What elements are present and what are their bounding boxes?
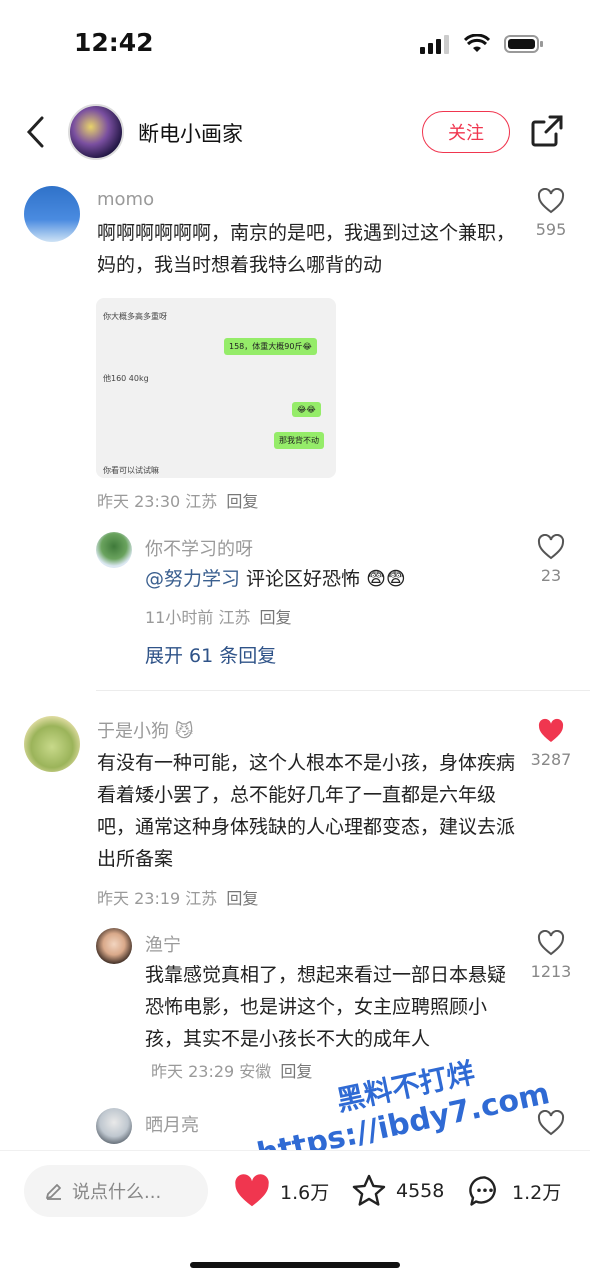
chevron-left-icon xyxy=(26,116,44,148)
share-button[interactable] xyxy=(530,114,564,148)
avatar[interactable] xyxy=(96,928,132,964)
like-count: 1213 xyxy=(530,962,572,981)
heart-outline-icon xyxy=(537,929,565,956)
like-post-button[interactable]: 1.6万 xyxy=(232,1173,329,1209)
divider xyxy=(96,690,590,691)
status-bar: 12:42 xyxy=(0,0,590,90)
like-count: 595 xyxy=(535,220,567,239)
author-name[interactable]: 断电小画家 xyxy=(138,118,243,148)
comment-time-location: 昨天 23:29 安徽 xyxy=(151,1062,272,1081)
favorite-count: 4558 xyxy=(396,1180,445,1202)
avatar[interactable] xyxy=(96,532,132,568)
reply-button[interactable]: 回复 xyxy=(226,492,258,511)
chat-message: 158，体重大概90斤😂 xyxy=(224,338,317,355)
comment-text: 啊啊啊啊啊啊，南京的是吧，我遇到过这个兼职，妈的，我当时想着我特么哪背的动 xyxy=(97,222,516,276)
avatar[interactable] xyxy=(24,186,80,242)
like-button[interactable]: 595 xyxy=(521,187,581,239)
comment-meta: 昨天 23:19 江苏 回复 xyxy=(97,885,258,909)
reply-button[interactable]: 回复 xyxy=(280,1062,312,1081)
signal-icon xyxy=(420,35,449,54)
like-button[interactable]: 3287 xyxy=(521,718,581,769)
chat-message: 你看可以试试嘛 xyxy=(103,466,159,475)
author-avatar[interactable] xyxy=(68,104,124,160)
share-icon xyxy=(531,115,563,147)
like-count: 23 xyxy=(540,566,562,585)
comment-username[interactable]: 晒月亮 xyxy=(145,1111,199,1137)
chat-message: 你大概多高多重呀 xyxy=(103,312,167,321)
chat-bubble-icon xyxy=(469,1176,496,1206)
like-button[interactable]: 23 xyxy=(521,533,581,585)
comment-meta: 昨天 23:29 安徽 回复 xyxy=(151,1062,312,1081)
bottom-action-bar: 说点什么... 1.6万 4558 1.2万 xyxy=(0,1150,590,1240)
comment-text-body: 我靠感觉真相了，想起来看过一部日本悬疑恐怖电影，也是讲这个，女主应聘照顾小孩，其… xyxy=(145,964,507,1050)
home-indicator[interactable] xyxy=(190,1262,400,1268)
mention-link[interactable]: @努力学习 xyxy=(145,568,240,590)
comment-meta: 昨天 23:30 江苏 回复 xyxy=(97,488,258,512)
reply-button[interactable]: 回复 xyxy=(226,889,258,908)
comment-input[interactable]: 说点什么... xyxy=(24,1165,208,1217)
heart-filled-icon xyxy=(235,1174,269,1207)
comment-text: 有没有一种可能，这个人根本不是小孩，身体疾病看着矮小罢了，总不能好几年了一直都是… xyxy=(97,752,516,870)
reply-button[interactable]: 回复 xyxy=(260,608,292,627)
comment-text: @努力学习 评论区好恐怖 😨😨 xyxy=(145,563,505,595)
comment-count: 1.2万 xyxy=(512,1181,562,1204)
chat-message: 😂😂 xyxy=(292,402,321,417)
follow-button[interactable]: 关注 xyxy=(422,111,510,153)
status-time: 12:42 xyxy=(74,28,154,57)
comment-username[interactable]: 于是小狗 😼 xyxy=(97,717,194,743)
battery-icon xyxy=(504,35,543,53)
chat-message: 那我背不动 xyxy=(274,432,324,449)
favorite-button[interactable]: 4558 xyxy=(350,1173,444,1209)
post-header: 断电小画家 关注 xyxy=(0,100,590,166)
comment-text-body: 评论区好恐怖 😨😨 xyxy=(240,568,406,590)
comment-username[interactable]: 你不学习的呀 xyxy=(145,535,253,561)
pencil-icon xyxy=(46,1184,61,1200)
heart-outline-icon xyxy=(537,187,565,214)
wifi-icon xyxy=(464,34,490,52)
avatar[interactable] xyxy=(24,716,80,772)
back-button[interactable] xyxy=(22,114,52,150)
expand-replies-link[interactable]: 展开 61 条回复 xyxy=(145,641,276,668)
status-icons xyxy=(420,34,544,54)
comment-username[interactable]: momo xyxy=(97,189,154,210)
comment-meta: 11小时前 江苏 回复 xyxy=(145,604,292,628)
comment-input-placeholder: 说点什么... xyxy=(72,1182,162,1203)
post-like-count: 1.6万 xyxy=(280,1181,330,1204)
chat-message: 他160 40kg xyxy=(103,374,149,383)
heart-filled-icon xyxy=(538,718,564,742)
comments-button[interactable]: 1.2万 xyxy=(466,1173,561,1209)
comment-time-location: 昨天 23:19 江苏 xyxy=(97,889,218,908)
heart-outline-icon xyxy=(537,533,565,560)
like-count: 3287 xyxy=(530,750,572,769)
star-outline-icon xyxy=(352,1174,386,1206)
chat-screenshot-image[interactable]: 你大概多高多重呀 158，体重大概90斤😂 他160 40kg 😂😂 那我背不动… xyxy=(96,298,336,478)
comment-time-location: 昨天 23:30 江苏 xyxy=(97,492,218,511)
like-button[interactable]: 1213 xyxy=(521,929,581,981)
comment-time-location: 11小时前 江苏 xyxy=(145,608,251,627)
heart-outline-icon xyxy=(537,1109,565,1136)
comment-username[interactable]: 渔宁 xyxy=(145,931,181,957)
avatar[interactable] xyxy=(96,1108,132,1144)
